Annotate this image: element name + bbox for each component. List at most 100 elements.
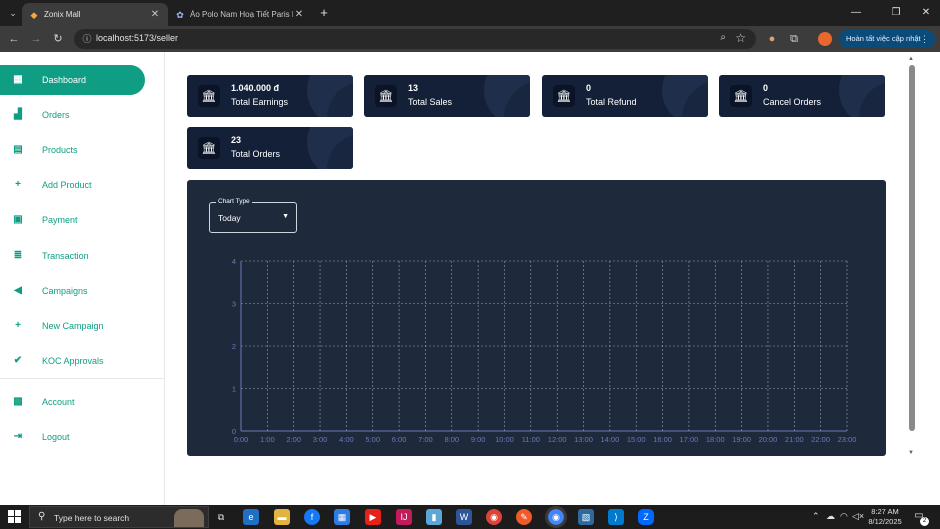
stat-value: 0 xyxy=(763,83,769,93)
notification-icon[interactable]: ▭ 2 xyxy=(912,510,929,526)
vscode-icon[interactable]: ⟩ xyxy=(608,509,624,525)
sidebar-item-account[interactable]: ▩ Account xyxy=(0,387,145,417)
sidebar-item-add-product[interactable]: + Add Product xyxy=(0,170,145,200)
sidebar-item-koc-approvals[interactable]: ✔ KOC Approvals xyxy=(0,346,145,376)
chart-x-tick-label: 23:00 xyxy=(838,435,857,444)
sidebar-item-label: Orders xyxy=(42,110,70,120)
maximize-icon[interactable]: ❐ xyxy=(884,4,908,22)
chart-type-select[interactable]: Chart Type Today ▼ xyxy=(209,198,297,233)
task-view-icon[interactable]: ⧉ xyxy=(213,509,229,525)
stat-value: 1.040.000 đ xyxy=(231,83,280,93)
file-explorer-icon[interactable]: ▬ xyxy=(274,509,290,525)
intellij-icon[interactable]: IJ xyxy=(396,509,412,525)
tab-zonix-mall[interactable]: ◆ Zonix Mall ✕ xyxy=(22,3,168,26)
sidebar-item-transaction[interactable]: ≣ Transaction xyxy=(0,241,145,271)
chart-y-tick-label: 2 xyxy=(232,342,236,351)
cloud-icon[interactable]: ☁ xyxy=(826,511,835,522)
dropdown-caret-icon: ▼ xyxy=(282,213,289,220)
os-taskbar: ⚲ Type here to search ⧉ e ▬ f ▦ ▶ IJ ▮ W… xyxy=(0,505,940,529)
taskbar-search-placeholder: Type here to search xyxy=(54,513,130,523)
chart-panel: 0 1 2 3 4 0:00 1:00 2:00 3:00 4:00 5:00 6:00 7:00 8:0… xyxy=(187,180,886,456)
scroll-up-arrow-icon[interactable]: ▲ xyxy=(908,56,914,62)
taskbar-clock[interactable]: 8:27 AM 8/12/2025 xyxy=(862,507,908,527)
word-icon[interactable]: W xyxy=(456,509,472,525)
chart-y-tick-label: 1 xyxy=(232,385,236,394)
back-arrow-icon[interactable]: ← xyxy=(6,31,22,47)
store-icon[interactable]: ▦ xyxy=(334,509,350,525)
page-scrollbar[interactable]: ▲ ▼ xyxy=(906,52,918,505)
taskbar-search-box[interactable]: ⚲ Type here to search xyxy=(29,506,209,528)
sidebar-item-label: Logout xyxy=(42,432,70,442)
update-button[interactable]: Hoàn tất việc cập nhật ⋮ xyxy=(839,30,935,48)
sidebar-item-label: Transaction xyxy=(42,251,89,261)
stat-label: Cancel Orders xyxy=(763,97,822,107)
scrollbar-thumb[interactable] xyxy=(909,65,915,431)
site-info-icon[interactable]: ⓘ xyxy=(80,32,94,46)
chart-type-legend: Chart Type xyxy=(216,198,252,205)
sidebar-item-label: Campaigns xyxy=(42,286,88,296)
stat-label: Total Earnings xyxy=(231,97,289,107)
minimize-icon[interactable]: — xyxy=(844,4,868,22)
bag-icon: ▟ xyxy=(14,109,22,120)
sidebar-item-label: Payment xyxy=(42,215,78,225)
sidebar-item-logout[interactable]: ⇥ Logout xyxy=(0,422,145,452)
chart-x-tick-label: 20:00 xyxy=(759,435,778,444)
logout-icon: ⇥ xyxy=(13,431,23,442)
forward-arrow-icon[interactable]: → xyxy=(28,31,44,47)
zalo-icon[interactable]: Z xyxy=(638,509,654,525)
extension-cookie-icon[interactable]: ● xyxy=(764,31,780,47)
tab-search-chevron-icon[interactable]: ⌄ xyxy=(4,4,22,22)
tab-product-page[interactable]: ✿ Áo Polo Nam Hoạ Tiết Paris Fo ✕ xyxy=(168,3,312,26)
sql-tool-icon[interactable]: ▧ xyxy=(578,509,594,525)
stat-label: Total Sales xyxy=(408,97,453,107)
tab-close-icon[interactable]: ✕ xyxy=(293,9,305,20)
extensions-puzzle-icon[interactable]: ⧉ xyxy=(786,31,802,47)
edge-browser-icon[interactable]: e xyxy=(243,509,259,525)
wallet-icon: ▣ xyxy=(13,214,23,225)
sidebar-item-payment[interactable]: ▣ Payment xyxy=(0,205,145,235)
facebook-icon[interactable]: f xyxy=(304,509,320,525)
chart-x-tick-label: 13:00 xyxy=(574,435,593,444)
clock-time: 8:27 AM xyxy=(871,507,899,516)
box-icon: ▤ xyxy=(13,144,23,155)
postman-icon[interactable]: ✎ xyxy=(516,509,532,525)
chrome-alt-icon[interactable]: ◉ xyxy=(486,509,502,525)
bookmark-star-icon[interactable]: ☆ xyxy=(735,31,746,45)
chart-type-value: Today xyxy=(218,213,241,223)
chart-x-tick-label: 10:00 xyxy=(495,435,514,444)
sidebar-item-dashboard[interactable]: ▦ Dashboard xyxy=(0,65,145,95)
sidebar-item-campaigns[interactable]: ◀ Campaigns xyxy=(0,276,145,306)
scroll-down-arrow-icon[interactable]: ▼ xyxy=(908,450,914,456)
chart-x-tick-label: 8:00 xyxy=(444,435,459,444)
stat-card-total-sales: 🏛 13 Total Sales xyxy=(364,75,530,117)
chart-x-tick-label: 7:00 xyxy=(418,435,433,444)
profile-avatar[interactable] xyxy=(818,32,832,46)
sidebar-item-orders[interactable]: ▟ Orders xyxy=(0,100,145,130)
sidebar-item-label: Account xyxy=(42,397,75,407)
chrome-icon[interactable]: ◉ xyxy=(545,506,567,528)
tray-chevron-icon[interactable]: ⌃ xyxy=(812,511,820,522)
bank-icon: 🏛 xyxy=(553,85,575,107)
chart-x-tick-label: 15:00 xyxy=(627,435,646,444)
chart-x-tick-label: 21:00 xyxy=(785,435,804,444)
windows-start-icon[interactable] xyxy=(8,510,22,524)
more-menu-icon[interactable]: ⋮ xyxy=(920,30,929,48)
plus-icon: + xyxy=(15,320,21,331)
search-highlight-image xyxy=(174,509,204,527)
clock-date: 8/12/2025 xyxy=(868,517,902,526)
sidebar-item-new-campaign[interactable]: + New Campaign xyxy=(0,311,145,341)
wifi-icon[interactable]: ◠ xyxy=(840,511,848,522)
stat-card-total-orders: 🏛 23 Total Orders xyxy=(187,127,353,169)
tablet-app-icon[interactable]: ▮ xyxy=(426,509,442,525)
reload-icon[interactable]: ↻ xyxy=(50,31,66,47)
tab-close-icon[interactable]: ✕ xyxy=(149,9,161,20)
zoom-icon[interactable]: ⌕ xyxy=(720,32,726,43)
sidebar-item-products[interactable]: ▤ Products xyxy=(0,135,145,165)
close-window-icon[interactable]: ✕ xyxy=(914,4,938,22)
sidebar: ▦ Dashboard ▟ Orders ▤ Products + Add Pr… xyxy=(0,52,165,505)
sidebar-item-label: Products xyxy=(42,145,78,155)
youtube-icon[interactable]: ▶ xyxy=(365,509,381,525)
chart-x-tick-label: 1:00 xyxy=(260,435,275,444)
new-tab-plus-icon[interactable]: + xyxy=(316,5,332,21)
address-bar[interactable]: ⓘ localhost:5173/seller ⌕ ☆ xyxy=(74,29,756,49)
